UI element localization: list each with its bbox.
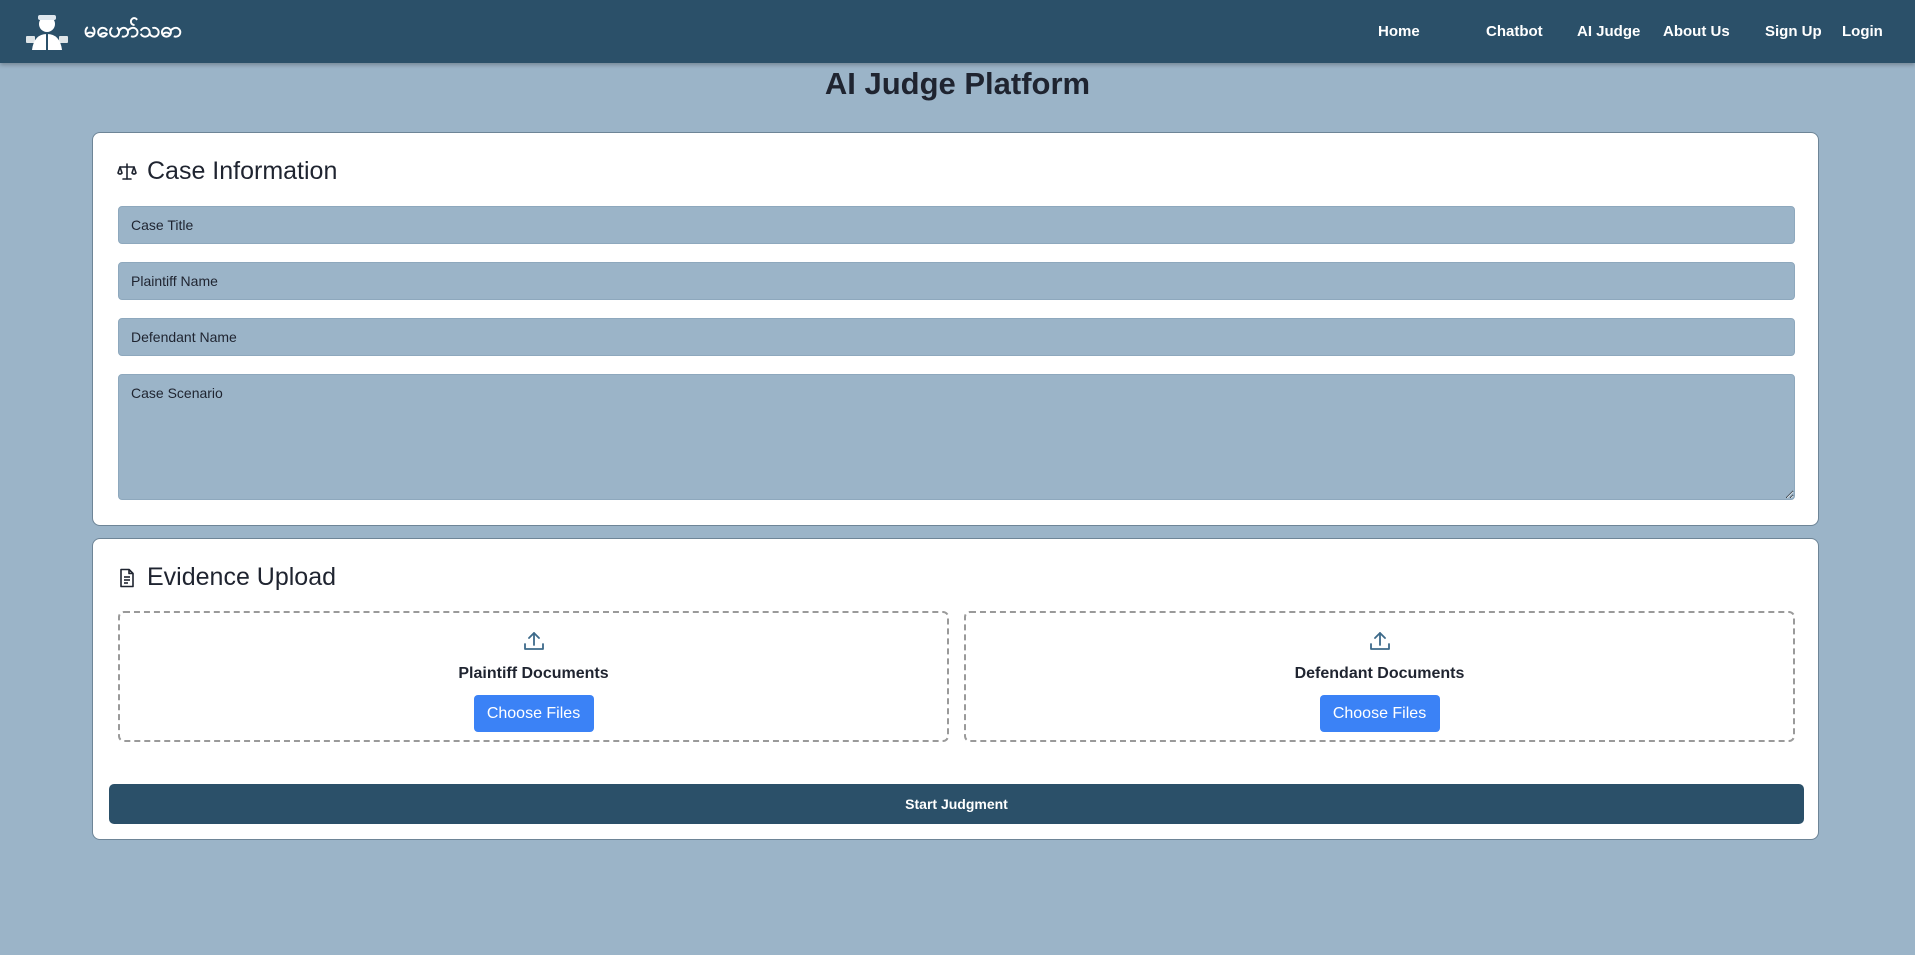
defendant-dropzone[interactable]: Defendant Documents Choose Files <box>964 611 1795 742</box>
evidence-upload-heading: Evidence Upload <box>117 563 336 592</box>
case-information-title: Case Information <box>147 157 338 185</box>
evidence-upload-title: Evidence Upload <box>147 563 337 591</box>
plaintiff-dropzone[interactable]: Plaintiff Documents Choose Files <box>118 611 949 742</box>
scales-icon <box>117 162 137 182</box>
defendant-documents-label: Defendant Documents <box>1294 665 1465 682</box>
case-title-input[interactable] <box>118 206 1795 244</box>
nav-ai-judge[interactable]: AI Judge <box>1577 23 1640 40</box>
nav-home[interactable]: Home <box>1378 23 1420 40</box>
page-title: AI Judge Platform <box>824 66 1091 101</box>
defendant-name-input[interactable] <box>118 318 1795 356</box>
evidence-upload-card: Evidence Upload Plaintiff Documents Choo… <box>92 538 1819 840</box>
upload-icon <box>1368 629 1392 653</box>
nav-sign-up[interactable]: Sign Up <box>1765 23 1822 40</box>
nav-about-us[interactable]: About Us <box>1663 23 1730 40</box>
plaintiff-documents-label: Plaintiff Documents <box>458 665 609 682</box>
case-scenario-textarea[interactable] <box>118 374 1795 500</box>
brand[interactable]: မဟော်သဓာ <box>24 12 182 52</box>
case-information-heading: Case Information <box>117 157 337 186</box>
navbar: မဟော်သဓာ Home Chatbot AI Judge About Us … <box>0 0 1915 63</box>
case-information-card: Case Information <box>92 132 1819 526</box>
document-icon <box>117 568 137 588</box>
judge-avatar-icon <box>24 12 70 52</box>
defendant-choose-files-button[interactable]: Choose Files <box>1319 695 1440 732</box>
nav-chatbot[interactable]: Chatbot <box>1486 23 1543 40</box>
brand-name: မဟော်သဓာ <box>84 18 182 43</box>
plaintiff-choose-files-button[interactable]: Choose Files <box>473 695 594 732</box>
plaintiff-name-input[interactable] <box>118 262 1795 300</box>
nav-login[interactable]: Login <box>1842 23 1883 40</box>
upload-icon <box>522 629 546 653</box>
start-judgment-button[interactable]: Start Judgment <box>109 784 1804 824</box>
